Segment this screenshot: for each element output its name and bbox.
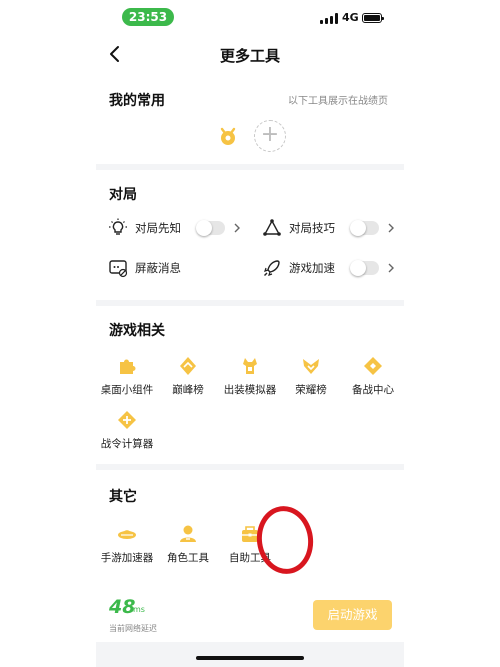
tool-peak-rank[interactable]: 巅峰榜 — [157, 356, 219, 398]
tool-glory-rank[interactable]: 荣耀榜 — [280, 356, 342, 398]
tool-battle-center[interactable]: 备战中心 — [342, 356, 404, 398]
favorites-section: 我的常用 以下工具展示在战绩页 + — [96, 76, 404, 164]
favorites-note: 以下工具展示在战绩页 — [288, 96, 388, 107]
toggle-switch[interactable] — [350, 260, 379, 276]
match-item-preview: 对局先知 — [108, 216, 242, 240]
game-section: 游戏相关 桌面小组件 巅峰榜 出装模拟器 荣耀榜 备战中心 战令计算器 — [96, 306, 404, 464]
other-title: 其它 — [109, 489, 137, 505]
role-icon — [180, 525, 196, 542]
tool-role[interactable]: 角色工具 — [157, 524, 219, 566]
match-item-block-message: 屏蔽消息 — [108, 256, 242, 280]
match-item-label: 游戏加速 — [289, 261, 335, 275]
equipment-icon — [243, 358, 257, 374]
tool-label: 备战中心 — [352, 384, 394, 396]
latency-unit: ms — [133, 605, 145, 614]
tool-equipment-simulator[interactable]: 出装模拟器 — [219, 356, 281, 398]
glory-rank-icon — [303, 359, 319, 374]
match-item-tips: 对局技巧 — [262, 216, 396, 240]
favorite-tool-icon[interactable] — [216, 124, 240, 148]
bulb-icon — [109, 218, 127, 235]
match-item-label: 屏蔽消息 — [135, 261, 181, 275]
status-bar: 23:53 4G — [96, 0, 404, 34]
match-title: 对局 — [109, 187, 137, 203]
tool-desktop-widget[interactable]: 桌面小组件 — [96, 356, 158, 398]
favorites-title: 我的常用 — [109, 93, 165, 109]
status-time: 23:53 — [122, 8, 174, 26]
match-item-accelerate: 游戏加速 — [262, 256, 396, 280]
toggle-switch[interactable] — [350, 220, 379, 236]
toggle-switch[interactable] — [196, 220, 225, 236]
tool-mobile-accelerator[interactable]: 手游加速器 — [96, 524, 158, 566]
puzzle-icon — [120, 359, 136, 374]
home-indicator — [196, 656, 304, 660]
nav-bar: 更多工具 — [96, 34, 404, 76]
chevron-right-icon — [388, 263, 394, 273]
add-favorite-button[interactable]: + — [254, 120, 286, 152]
battle-center-icon — [364, 357, 382, 375]
chevron-right-icon — [234, 223, 240, 233]
tool-label: 战令计算器 — [100, 438, 154, 450]
tool-battle-pass-calculator[interactable]: 战令计算器 — [96, 410, 158, 452]
network-type: 4G — [342, 11, 359, 24]
peak-rank-icon — [180, 357, 196, 375]
phone-screen: 23:53 4G 更多工具 我的常用 以下工具展示在战绩页 + 对局 对局先知 … — [96, 0, 404, 667]
message-block-icon — [109, 260, 128, 278]
signal-icon — [320, 13, 338, 24]
latency-value: 48 — [109, 596, 136, 618]
latency-label: 当前网络延迟 — [109, 624, 157, 633]
page-title: 更多工具 — [219, 47, 280, 65]
footer-bar: 48 ms 当前网络延迟 启动游戏 — [96, 590, 404, 642]
match-item-label: 对局技巧 — [289, 221, 335, 235]
calculator-icon — [118, 411, 136, 429]
battery-icon — [362, 13, 384, 23]
accelerator-icon — [118, 530, 136, 539]
game-title: 游戏相关 — [109, 323, 165, 339]
triangle-nodes-icon — [263, 219, 281, 236]
rocket-icon — [264, 260, 280, 276]
match-section: 对局 对局先知 对局技巧 屏蔽消息 游戏加速 — [96, 170, 404, 300]
other-section: 其它 手游加速器 角色工具 自助工具 — [96, 470, 404, 590]
start-game-button[interactable]: 启动游戏 — [313, 600, 392, 630]
chevron-right-icon — [388, 223, 394, 233]
match-item-label: 对局先知 — [135, 221, 181, 235]
